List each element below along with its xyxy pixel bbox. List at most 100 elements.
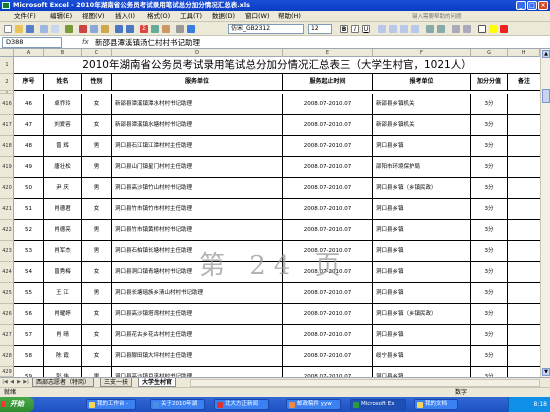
cell-remark[interactable] <box>508 199 540 219</box>
cell-remark[interactable] <box>508 157 540 177</box>
cell-bonus[interactable]: 3分 <box>471 94 508 114</box>
cell-unit[interactable]: 洞口县竹市镇黄桥村村书记助理 <box>112 220 283 240</box>
spelling-icon[interactable] <box>65 25 73 33</box>
align-left-icon[interactable] <box>378 25 386 33</box>
scroll-down-icon[interactable]: ▼ <box>542 368 550 376</box>
cell-bonus[interactable]: 3分 <box>471 157 508 177</box>
print-icon[interactable] <box>40 25 48 33</box>
row-header[interactable]: 416 <box>0 94 14 115</box>
menu-tools[interactable]: 工具(T) <box>180 11 202 22</box>
cell-gender[interactable]: 男 <box>82 136 112 156</box>
autosum-icon[interactable]: Σ <box>140 25 148 33</box>
scroll-thumb[interactable] <box>542 89 550 103</box>
cell-remark[interactable] <box>508 283 540 303</box>
cell-unit[interactable]: 洞口县竹市镇竹市村村主任助理 <box>112 199 283 219</box>
cell-apply-unit[interactable]: 新邵县乡镇机关 <box>373 94 471 114</box>
taskbar-item-founder-news[interactable]: 北大方正新闻 <box>214 399 269 410</box>
cell-seq[interactable]: 51 <box>14 199 44 219</box>
row-header[interactable]: 426 <box>0 304 14 325</box>
cell-name[interactable]: 肖耀婷 <box>44 304 82 324</box>
cell-period[interactable]: 2008.07-2010.07 <box>283 262 373 282</box>
next-sheet-icon[interactable]: ▶ <box>16 379 22 386</box>
menu-data[interactable]: 数据(D) <box>212 11 235 22</box>
cell-name[interactable]: 尹 庆 <box>44 178 82 198</box>
row-header[interactable]: 425 <box>0 283 14 304</box>
cell-remark[interactable] <box>508 136 540 156</box>
column-header[interactable]: E <box>283 49 373 57</box>
cell-remark[interactable] <box>508 367 540 377</box>
formula-input[interactable]: 新邵县潭溪镇汤仁村村书记助理 <box>95 36 200 49</box>
underline-icon[interactable]: U <box>362 25 370 33</box>
menu-file[interactable]: 文件(F) <box>14 11 36 22</box>
start-button[interactable]: 开始 <box>0 397 34 412</box>
print-preview-icon[interactable] <box>51 25 59 33</box>
menu-format[interactable]: 格式(O) <box>147 11 170 22</box>
cell-seq[interactable]: 53 <box>14 241 44 261</box>
cell-name[interactable]: 卓乔玲 <box>44 94 82 114</box>
header-cell[interactable]: 性别 <box>82 74 112 90</box>
cell-name[interactable]: 肖德亮 <box>44 220 82 240</box>
cell-gender[interactable]: 男 <box>82 220 112 240</box>
cell-seq[interactable]: 57 <box>14 325 44 345</box>
taskbar-item-workbench[interactable]: 我的工作台 - <box>86 399 136 410</box>
cell-apply-unit[interactable]: 洞口县乡镇 <box>373 262 471 282</box>
cell-period[interactable]: 2008.07-2010.07 <box>283 115 373 135</box>
row-header[interactable]: 429 <box>0 367 14 377</box>
cell-unit[interactable]: 洞口县长塘瑶族乡清山村村书记助理 <box>112 283 283 303</box>
cell-seq[interactable]: 58 <box>14 346 44 366</box>
minimize-button[interactable]: _ <box>516 1 526 10</box>
cell-apply-unit[interactable]: 洞口县乡镇 <box>373 325 471 345</box>
cell-bonus[interactable]: 3分 <box>471 199 508 219</box>
taskbar-item-documents[interactable]: 我的文档 <box>414 399 458 410</box>
comma-style-icon[interactable] <box>437 25 445 33</box>
cell-bonus[interactable]: 3分 <box>471 325 508 345</box>
cut-icon[interactable] <box>79 25 87 33</box>
cell-remark[interactable] <box>508 94 540 114</box>
cell-unit[interactable]: 洞口县山门镇星门村村主任助理 <box>112 157 283 177</box>
copy-icon[interactable] <box>90 25 98 33</box>
clock[interactable]: 8:18 <box>534 401 547 408</box>
cell-seq[interactable]: 55 <box>14 283 44 303</box>
cell-apply-unit[interactable]: 洞口县乡镇（乡镇民政） <box>373 178 471 198</box>
row-header[interactable]: 418 <box>0 136 14 157</box>
taskbar-item-postal[interactable]: 邮政稿件 yyw <box>286 399 341 410</box>
column-header[interactable]: D <box>112 49 283 57</box>
last-sheet-icon[interactable]: ▶| <box>23 379 29 386</box>
row-header[interactable]: 427 <box>0 325 14 346</box>
first-sheet-icon[interactable]: |◀ <box>2 379 8 386</box>
cell-unit[interactable]: 洞口县高沙镇月溪村村书记助理 <box>112 367 283 377</box>
cell-apply-unit[interactable]: 新邵县乡镇机关 <box>373 115 471 135</box>
cell-bonus[interactable]: 3分 <box>471 241 508 261</box>
cell-bonus[interactable]: 3分 <box>471 367 508 377</box>
cell-period[interactable]: 2008.07-2010.07 <box>283 94 373 114</box>
cell-period[interactable]: 2008.07-2010.07 <box>283 283 373 303</box>
row-header[interactable]: 420 <box>0 178 14 199</box>
cell-unit[interactable]: 新邵县潭溪镇水塘村村书记助理 <box>112 115 283 135</box>
row-header[interactable]: 421 <box>0 199 14 220</box>
sheet-title[interactable]: 2010年湖南省公务员考试录用笔试总分加分情况汇总表三（大学生村官，1021人） <box>14 57 540 74</box>
cell-gender[interactable]: 男 <box>82 367 112 377</box>
column-header[interactable]: G <box>471 49 508 57</box>
cell-name[interactable]: 肖 晴 <box>44 325 82 345</box>
name-box[interactable]: D388 <box>2 37 62 48</box>
cell-period[interactable]: 2008.07-2010.07 <box>283 178 373 198</box>
cell-apply-unit[interactable]: 洞口县乡镇 <box>373 241 471 261</box>
tab-village-official[interactable]: 大学生村官 <box>138 378 177 387</box>
row-header[interactable]: 2 <box>0 74 14 91</box>
cell-period[interactable]: 2008.07-2010.07 <box>283 157 373 177</box>
column-header[interactable]: H <box>508 49 540 57</box>
cell-bonus[interactable]: 3分 <box>471 283 508 303</box>
tab-west-volunteer[interactable]: 西部志愿者（特岗） <box>32 378 95 387</box>
menu-view[interactable]: 视图(V) <box>82 11 105 22</box>
taskbar-item-notice[interactable]: 关于2010年湖 <box>150 399 205 410</box>
cell-name[interactable]: 唐壮松 <box>44 157 82 177</box>
cell-gender[interactable]: 男 <box>82 241 112 261</box>
cell-period[interactable]: 2008.07-2010.07 <box>283 325 373 345</box>
cell-seq[interactable]: 48 <box>14 136 44 156</box>
cell-apply-unit[interactable]: 邵阳市环境保护局 <box>373 157 471 177</box>
cell-period[interactable]: 2008.07-2010.07 <box>283 367 373 377</box>
cell-remark[interactable] <box>508 262 540 282</box>
column-header[interactable]: F <box>373 49 471 57</box>
font-color-icon[interactable] <box>500 25 508 33</box>
cell-unit[interactable]: 洞口县醪田镇大坪村村主任助理 <box>112 346 283 366</box>
